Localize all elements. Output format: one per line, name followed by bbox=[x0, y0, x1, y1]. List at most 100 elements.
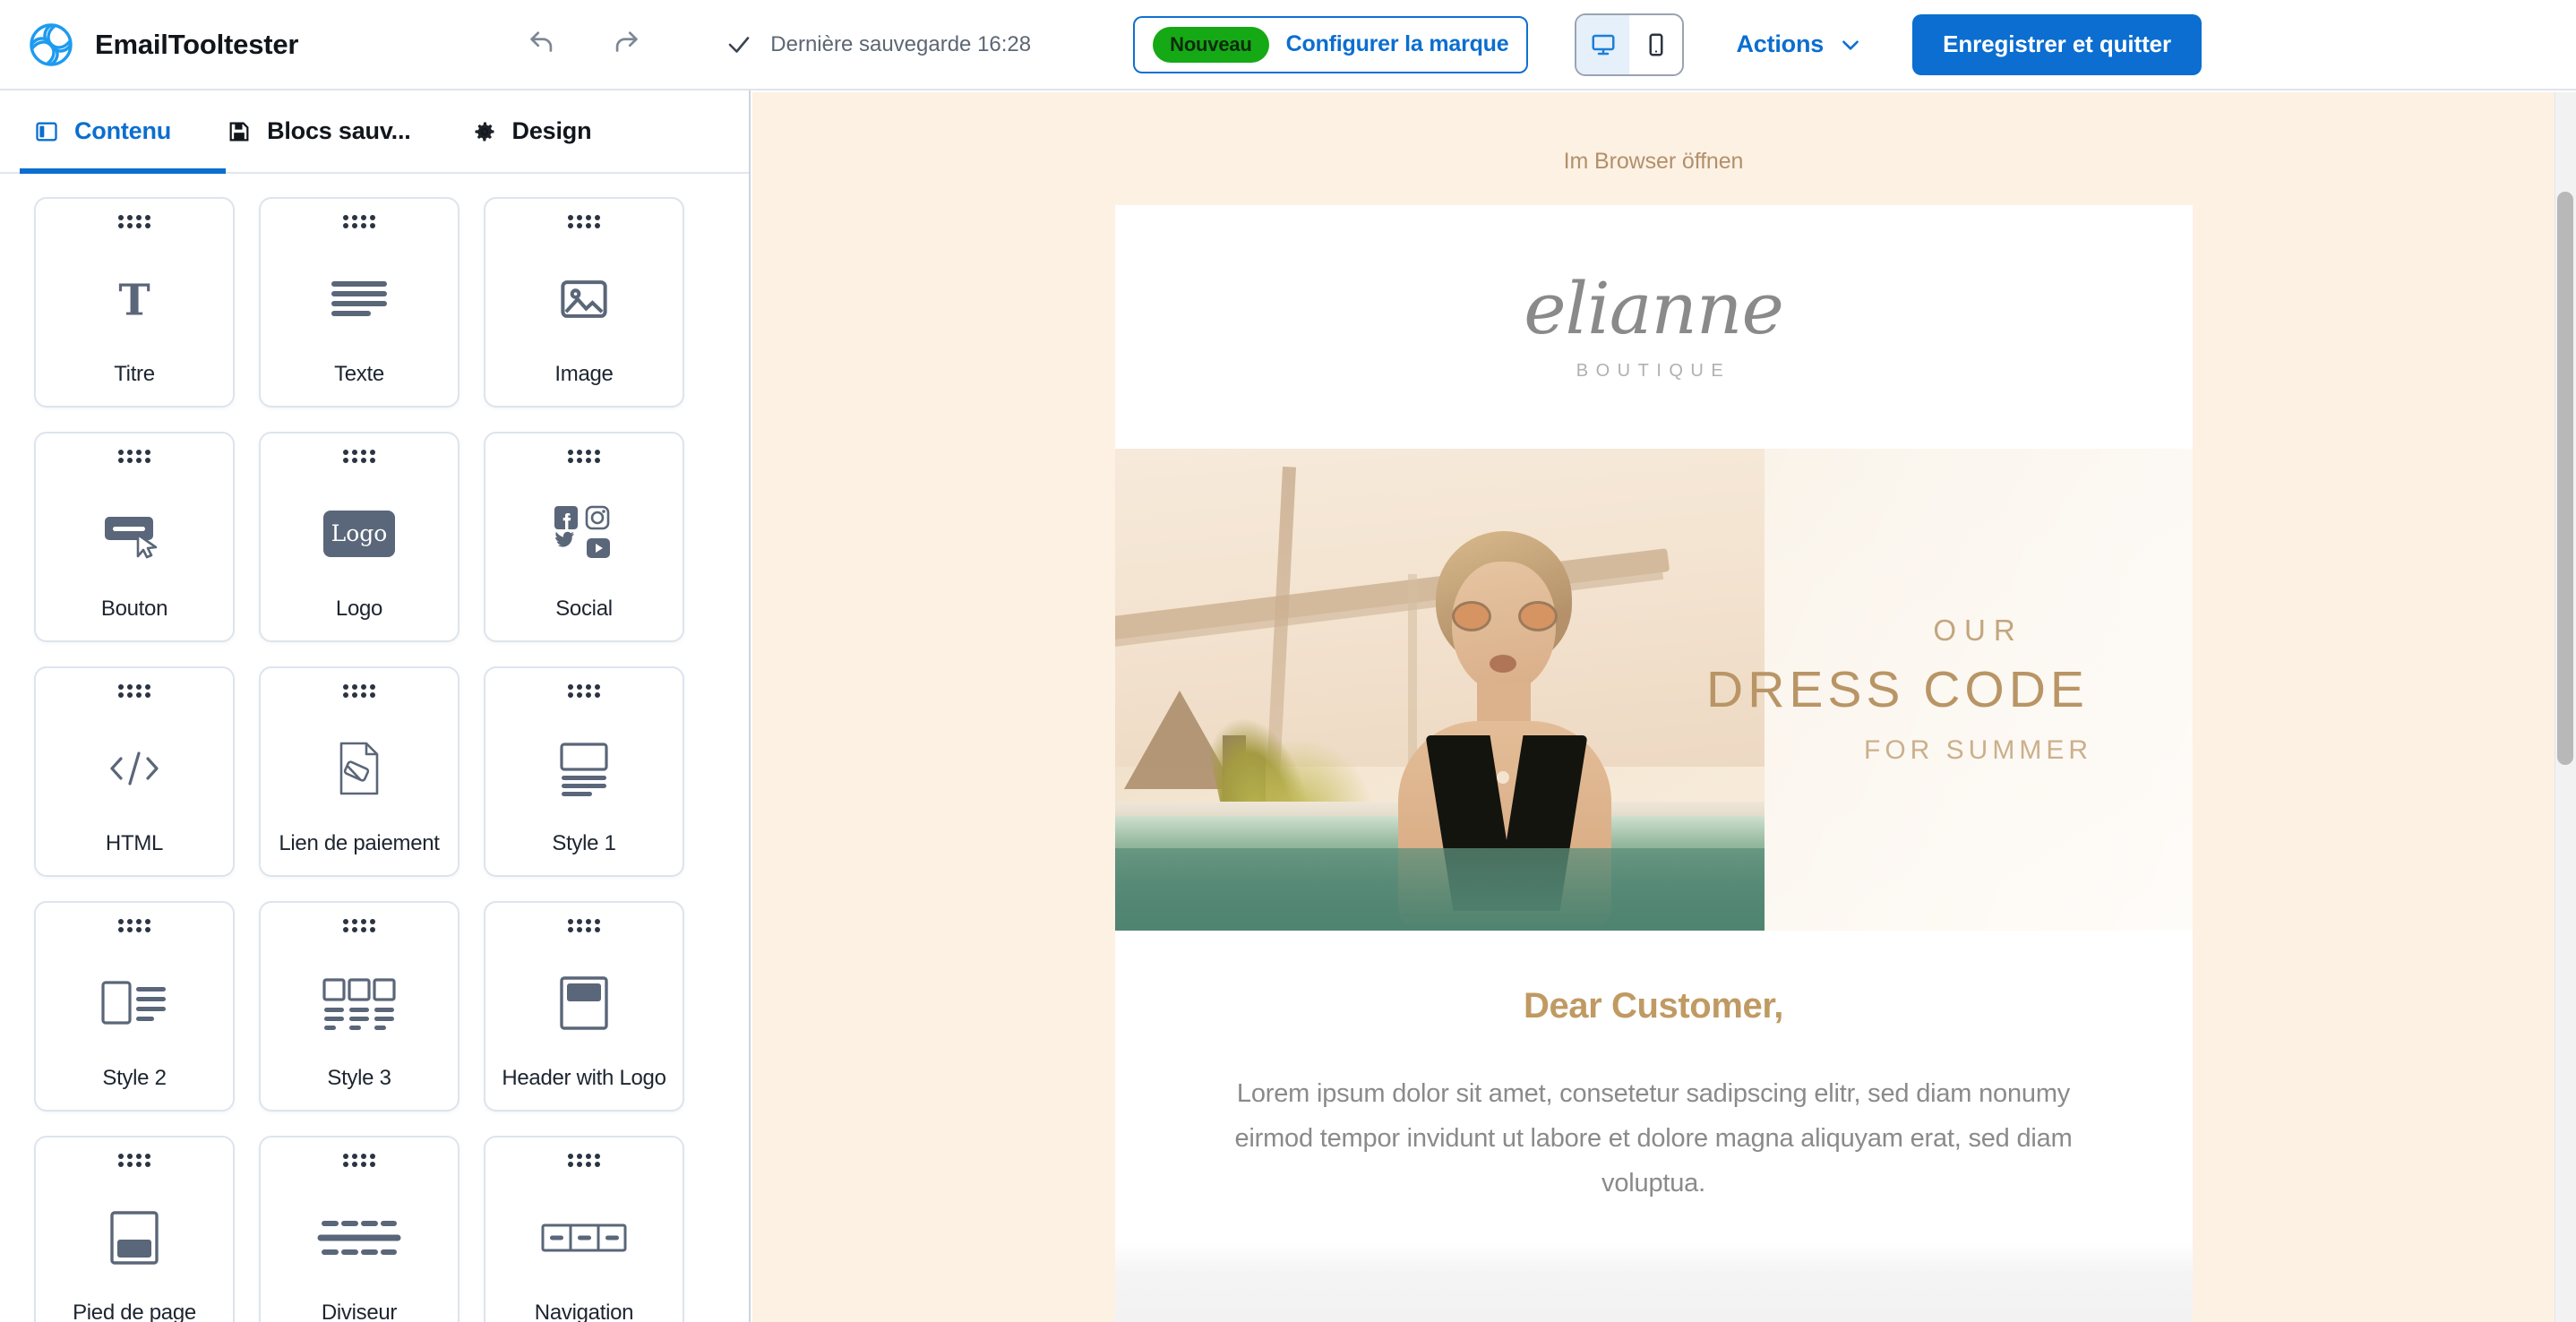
email-footer-strip bbox=[1114, 1241, 2193, 1322]
logo-badge-icon: Logo bbox=[261, 469, 458, 598]
code-brackets-icon bbox=[36, 704, 233, 833]
brand-logo-subtitle: BOUTIQUE bbox=[1576, 360, 1731, 381]
left-sidebar: Contenu Blocs sauv... Design T Titre Tex… bbox=[0, 90, 751, 1322]
heading-t-icon: T bbox=[36, 235, 233, 364]
text-lines-icon bbox=[261, 235, 458, 364]
chevron-down-icon bbox=[1839, 33, 1862, 56]
drag-dots-icon bbox=[567, 917, 601, 939]
app-brand: EmailTooltester bbox=[27, 21, 298, 69]
drag-dots-icon bbox=[567, 682, 601, 704]
brand-script-logo: elianne bbox=[1524, 266, 1784, 350]
social-networks-icon bbox=[485, 469, 683, 598]
tab-design[interactable]: Design bbox=[472, 90, 592, 172]
block-label: Lien de paiement bbox=[279, 831, 440, 855]
device-mobile-option[interactable] bbox=[1629, 15, 1682, 74]
block-card-style-2[interactable]: Style 2 bbox=[34, 901, 235, 1112]
hero-headline: DRESS CODE bbox=[1706, 661, 2089, 718]
block-label: HTML bbox=[105, 831, 164, 855]
block-card-html[interactable]: HTML bbox=[34, 666, 235, 877]
tab-contenu-label: Contenu bbox=[74, 117, 172, 144]
block-label: Bouton bbox=[100, 597, 168, 621]
layout-style-1-icon bbox=[485, 704, 683, 833]
block-label: Style 1 bbox=[552, 831, 616, 855]
block-card-style-3[interactable]: Style 3 bbox=[259, 901, 459, 1112]
block-card-navigation[interactable]: Navigation bbox=[484, 1136, 684, 1322]
email-preview-canvas: Im Browser öffnen elianne BOUTIQUE OUR D… bbox=[752, 92, 2555, 1322]
payment-document-icon bbox=[261, 704, 458, 833]
block-label: Diviseur bbox=[321, 1301, 398, 1322]
tab-blocs-sauvegardes[interactable]: Blocs sauv... bbox=[227, 90, 411, 172]
desktop-monitor-icon bbox=[1590, 31, 1617, 58]
tab-contenu[interactable]: Contenu bbox=[34, 90, 171, 172]
check-icon bbox=[726, 31, 752, 58]
drag-dots-icon bbox=[117, 917, 151, 939]
gear-icon bbox=[472, 119, 497, 144]
tab-blocs-label: Blocs sauv... bbox=[267, 117, 411, 144]
drag-dots-icon bbox=[567, 1152, 601, 1173]
open-in-browser-link[interactable]: Im Browser öffnen bbox=[752, 92, 2555, 175]
layout-style-2-icon bbox=[36, 939, 233, 1068]
block-label: Pied de page bbox=[73, 1301, 196, 1322]
navigation-bar-icon bbox=[485, 1173, 683, 1302]
block-card-social[interactable]: Social bbox=[484, 432, 684, 642]
redo-button[interactable] bbox=[602, 21, 650, 69]
button-cursor-icon bbox=[36, 469, 233, 598]
device-preview-toggle[interactable] bbox=[1575, 13, 1685, 76]
drag-dots-icon bbox=[342, 213, 376, 235]
email-text-block[interactable]: Dear Customer, Lorem ipsum dolor sit ame… bbox=[1115, 931, 2193, 1206]
drag-dots-icon bbox=[117, 213, 151, 235]
block-label: Titre bbox=[114, 362, 155, 386]
block-card-texte[interactable]: Texte bbox=[259, 197, 459, 408]
block-card-bouton[interactable]: Bouton bbox=[34, 432, 235, 642]
block-card-titre[interactable]: T Titre bbox=[34, 197, 235, 408]
active-tab-indicator bbox=[20, 168, 226, 174]
undo-arrow-icon bbox=[527, 28, 557, 61]
app-title: EmailTooltester bbox=[95, 28, 299, 60]
block-card-lien-de-paiement[interactable]: Lien de paiement bbox=[259, 666, 459, 877]
block-label: Logo bbox=[335, 597, 383, 621]
block-card-pied-de-page[interactable]: Pied de page bbox=[34, 1136, 235, 1322]
footer-block-icon bbox=[36, 1173, 233, 1302]
actions-label: Actions bbox=[1736, 30, 1825, 57]
configure-brand-label: Configurer la marque bbox=[1285, 31, 1509, 56]
block-card-image[interactable]: Image bbox=[484, 197, 684, 408]
redo-arrow-icon bbox=[611, 28, 641, 61]
save-and-quit-button[interactable]: Enregistrer et quitter bbox=[1912, 13, 2202, 75]
actions-menu-button[interactable]: Actions bbox=[1736, 30, 1862, 58]
tab-design-label: Design bbox=[511, 117, 592, 144]
block-label: Image bbox=[554, 362, 614, 386]
preview-scrollbar-thumb[interactable] bbox=[2557, 192, 2573, 765]
block-card-header-with-logo[interactable]: Header with Logo bbox=[484, 901, 684, 1112]
drag-dots-icon bbox=[117, 448, 151, 469]
block-card-style-1[interactable]: Style 1 bbox=[484, 666, 684, 877]
hero-text-group: OUR DRESS CODE FOR SUMMER bbox=[1706, 449, 2193, 931]
block-label: Navigation bbox=[534, 1301, 634, 1322]
svg-text:Logo: Logo bbox=[331, 520, 388, 546]
svg-text:T: T bbox=[118, 276, 150, 326]
panel-layout-icon bbox=[34, 119, 59, 144]
drag-dots-icon bbox=[567, 213, 601, 235]
drag-dots-icon bbox=[342, 448, 376, 469]
block-label: Header with Logo bbox=[502, 1066, 666, 1090]
email-body-paragraph: Lorem ipsum dolor sit amet, consetetur s… bbox=[1234, 1079, 2073, 1198]
save-disk-icon bbox=[227, 119, 252, 144]
email-document: elianne BOUTIQUE OUR DRESS CODE FOR SUMM… bbox=[1114, 205, 2193, 1322]
block-card-logo[interactable]: Logo Logo bbox=[259, 432, 459, 642]
block-label: Style 3 bbox=[327, 1066, 391, 1090]
configure-brand-button[interactable]: Nouveau Configurer la marque bbox=[1133, 15, 1529, 73]
preview-scrollbar-track[interactable] bbox=[2555, 92, 2576, 1322]
email-greeting-heading: Dear Customer, bbox=[1523, 986, 1784, 1026]
device-desktop-option[interactable] bbox=[1576, 14, 1630, 74]
hero-subline: FOR SUMMER bbox=[1864, 735, 2092, 765]
undo-button[interactable] bbox=[518, 21, 566, 69]
drag-dots-icon bbox=[342, 682, 376, 704]
email-hero-block[interactable]: OUR DRESS CODE FOR SUMMER bbox=[1114, 449, 2193, 931]
drag-dots-icon bbox=[567, 448, 601, 469]
email-logo-block[interactable]: elianne BOUTIQUE bbox=[1115, 205, 2193, 449]
drag-dots-icon bbox=[342, 917, 376, 939]
block-card-diviseur[interactable]: Diviseur bbox=[259, 1136, 459, 1322]
block-label: Texte bbox=[334, 362, 384, 386]
last-save-status: Dernière sauvegarde 16:28 bbox=[726, 31, 1031, 58]
header-logo-icon bbox=[485, 939, 683, 1068]
mobile-phone-icon bbox=[1643, 31, 1670, 58]
